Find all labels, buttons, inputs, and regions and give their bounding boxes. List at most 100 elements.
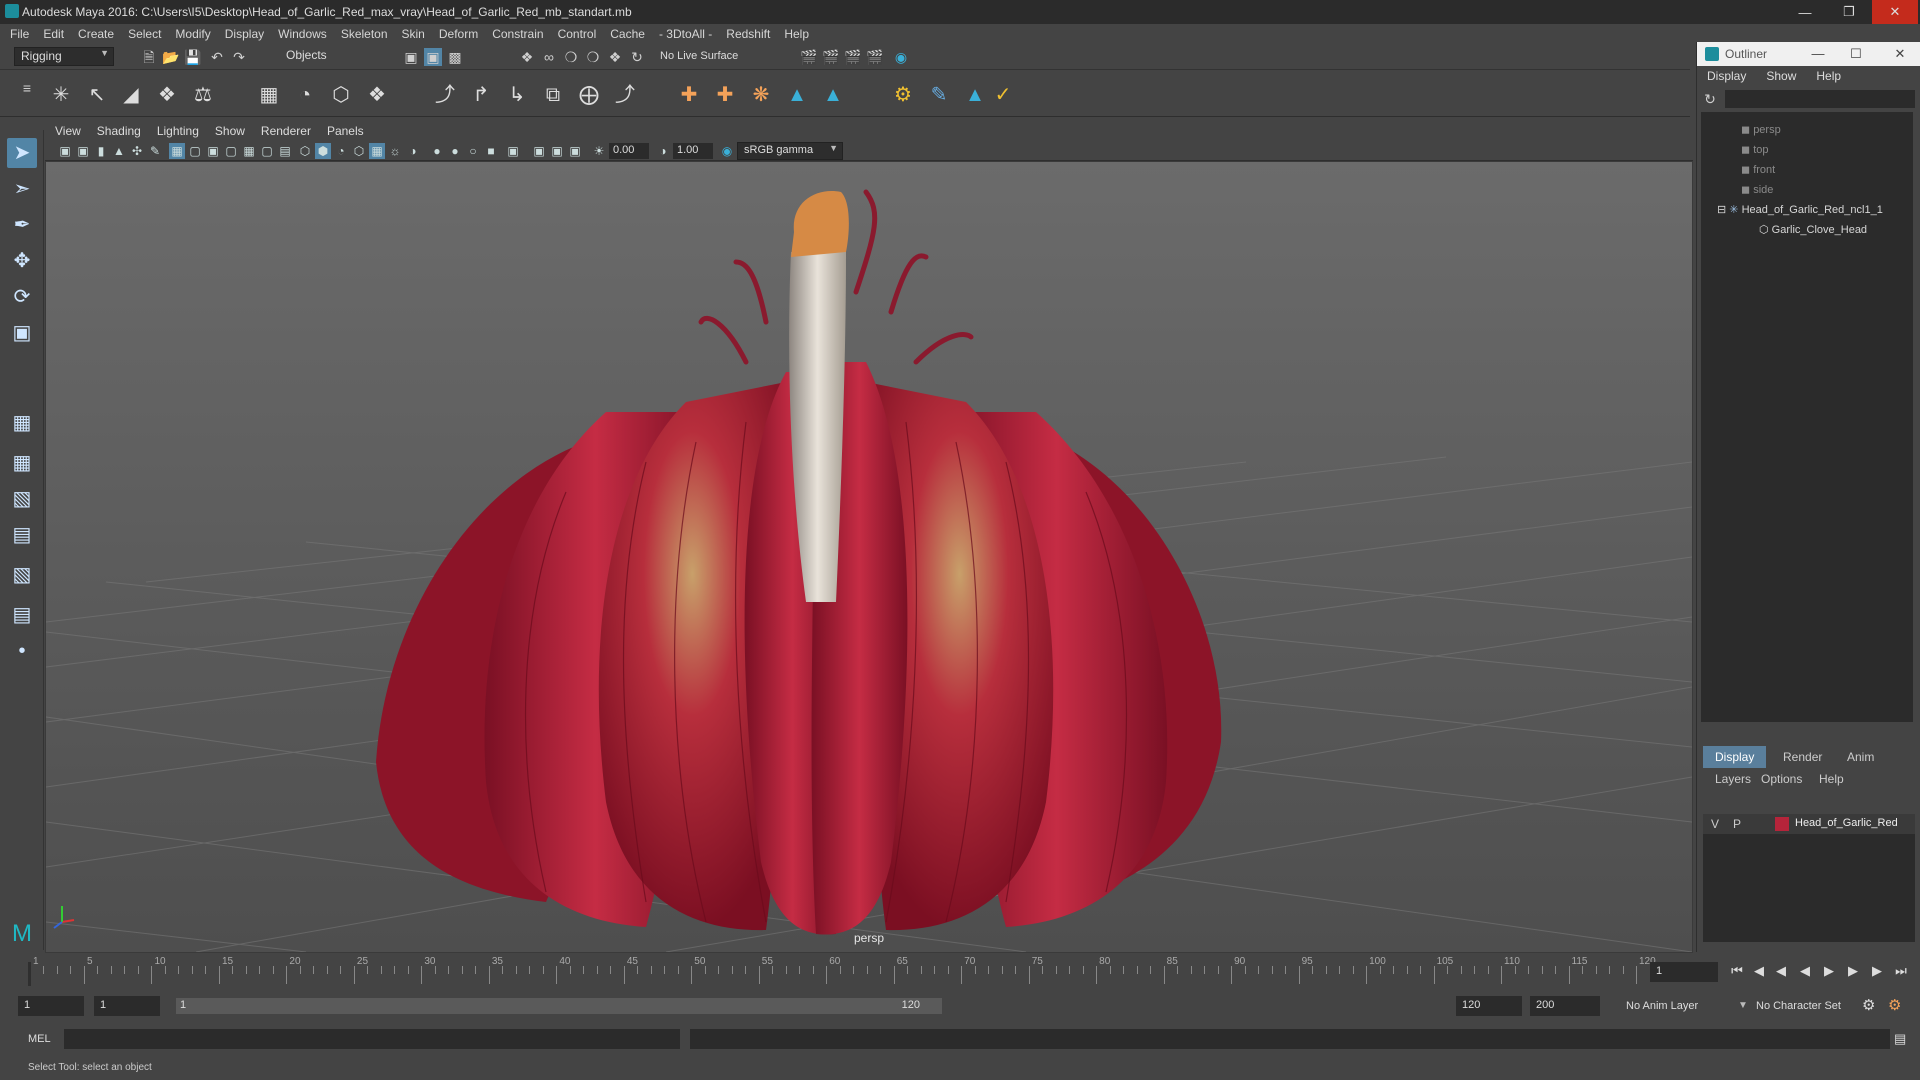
layer-menu-help[interactable]: Help: [1819, 772, 1844, 786]
locator-icon[interactable]: ✚: [676, 82, 702, 108]
use-all-lights-icon[interactable]: ☼: [387, 143, 403, 159]
maya-logo-icon-1[interactable]: ▲: [784, 82, 810, 108]
outliner-item-side[interactable]: ◼ side: [1741, 180, 1773, 200]
select-object-icon[interactable]: ▣: [424, 48, 442, 66]
menu-control[interactable]: Control: [558, 27, 597, 41]
camera-select-icon[interactable]: ▣: [57, 143, 73, 159]
point-constraint-icon[interactable]: ⤴: [432, 82, 458, 108]
layout-more-icon[interactable]: •: [7, 636, 37, 666]
step-back-frame-icon[interactable]: ◀: [1772, 962, 1790, 980]
aim-constraint-icon[interactable]: ↱: [468, 82, 494, 108]
restore-button[interactable]: ❐: [1826, 0, 1872, 24]
menu-help[interactable]: Help: [784, 27, 809, 41]
menu-3dtoall[interactable]: - 3DtoAll -: [659, 27, 712, 41]
menu-select[interactable]: Select: [128, 27, 161, 41]
playback-end-field[interactable]: 120: [1456, 996, 1522, 1016]
orient-constraint-icon[interactable]: ↳: [504, 82, 530, 108]
persp-viewport[interactable]: persp: [46, 162, 1692, 952]
animation-prefs-icon[interactable]: ⚙: [1862, 996, 1875, 1014]
paint-weights-icon[interactable]: ❖: [154, 82, 180, 108]
persp-graph-icon[interactable]: ▤: [7, 520, 37, 550]
play-backward-icon[interactable]: ◀: [1796, 962, 1814, 980]
exposure-field[interactable]: 0.00: [609, 143, 649, 159]
menu-cache[interactable]: Cache: [610, 27, 645, 41]
panel-menu-renderer[interactable]: Renderer: [261, 124, 311, 138]
undo-icon[interactable]: ↶: [208, 48, 226, 66]
film-gate-icon[interactable]: ▢: [187, 143, 203, 159]
minimize-button[interactable]: —: [1782, 0, 1828, 24]
current-time-marker[interactable]: [28, 962, 31, 986]
command-input[interactable]: [64, 1029, 680, 1049]
grease-pencil-icon[interactable]: ✎: [147, 143, 163, 159]
time-slider[interactable]: 1 5 10 15 20 25 30 35 40 45 50 55 60 65 70 75 80 85 90 95 10…: [0, 954, 1920, 990]
paint-select-icon[interactable]: ✒: [7, 210, 37, 240]
outliner-item-group[interactable]: ⊟ ✳ Head_of_Garlic_Red_ncl1_1: [1717, 200, 1883, 220]
cluster-icon[interactable]: ◔: [292, 82, 318, 108]
snap-point-icon[interactable]: ❍: [562, 48, 580, 66]
ipr-render-icon[interactable]: 🎬: [844, 48, 862, 66]
persp-outliner-icon[interactable]: ▧: [7, 484, 37, 514]
panel-menu-lighting[interactable]: Lighting: [157, 124, 199, 138]
xray-icon[interactable]: ▣: [531, 143, 547, 159]
hypershade-icon[interactable]: ◉: [892, 48, 910, 66]
xray-joints-icon[interactable]: ▣: [549, 143, 565, 159]
lasso-tool-icon[interactable]: ➣: [7, 174, 37, 204]
panel-menu-view[interactable]: View: [55, 124, 81, 138]
outliner-item-mesh[interactable]: ⬡ Garlic_Clove_Head: [1759, 220, 1867, 240]
outliner-minimize-button[interactable]: —: [1801, 42, 1835, 66]
maya-logo-icon-3[interactable]: ▲: [962, 82, 988, 108]
safe-action-icon[interactable]: ▢: [259, 143, 275, 159]
isolate-select-icon[interactable]: ▣: [505, 143, 521, 159]
close-button[interactable]: ✕: [1872, 0, 1918, 24]
rotate-tool-icon[interactable]: ⟳: [7, 282, 37, 312]
field-chart-icon[interactable]: ▦: [241, 143, 257, 159]
single-perspective-icon[interactable]: ▦: [7, 408, 37, 438]
command-language-label[interactable]: MEL: [28, 1033, 51, 1045]
menu-create[interactable]: Create: [78, 27, 114, 41]
gamma-field[interactable]: 1.00: [673, 143, 713, 159]
scale-constraint-icon[interactable]: ⧉: [540, 82, 566, 108]
grid-toggle-icon[interactable]: ▦: [169, 143, 185, 159]
outliner-menu-show[interactable]: Show: [1766, 69, 1796, 83]
safe-title-icon[interactable]: ▤: [277, 143, 293, 159]
panel-menu-panels[interactable]: Panels: [327, 124, 364, 138]
outliner-list[interactable]: ◼ persp ◼ top ◼ front ◼ side ⊟ ✳ Head_of…: [1701, 112, 1913, 722]
layer-visibility-toggle[interactable]: V: [1711, 817, 1719, 831]
script-editor-icon[interactable]: ▤: [1894, 1031, 1906, 1047]
menu-file[interactable]: File: [10, 27, 29, 41]
gamma-icon[interactable]: ◑: [655, 143, 671, 159]
outliner-menu-display[interactable]: Display: [1707, 69, 1746, 83]
step-forward-frame-icon[interactable]: ▶: [1844, 962, 1862, 980]
layer-color-swatch[interactable]: [1775, 817, 1789, 831]
playback-start-field[interactable]: 1: [94, 996, 160, 1016]
joint-tool-icon[interactable]: ✳: [48, 82, 74, 108]
snap-grid-icon[interactable]: ❖: [518, 48, 536, 66]
hik-icon[interactable]: ❋: [748, 82, 774, 108]
save-scene-icon[interactable]: 💾: [184, 48, 202, 66]
render-settings-icon[interactable]: 🎬: [866, 48, 884, 66]
bookmark-icon[interactable]: ▮: [93, 143, 109, 159]
create-locator-icon[interactable]: ✚: [712, 82, 738, 108]
move-tool-icon[interactable]: ✥: [7, 246, 37, 276]
range-bar[interactable]: 1 120: [176, 998, 942, 1014]
make-live-icon[interactable]: ↻: [628, 48, 646, 66]
xray-components-icon[interactable]: ▣: [567, 143, 583, 159]
four-view-icon[interactable]: ▦: [7, 448, 37, 478]
screen-space-ao-icon[interactable]: ●: [429, 143, 445, 159]
selection-mask-dropdown[interactable]: Objects: [280, 47, 380, 66]
wrap-icon[interactable]: ⬡: [328, 82, 354, 108]
select-tool-icon[interactable]: ➤: [7, 138, 37, 168]
layer-tab-display[interactable]: Display: [1703, 746, 1767, 768]
persp-script-icon[interactable]: ▤: [7, 600, 37, 630]
ik-handle-icon[interactable]: ↖: [84, 82, 110, 108]
layer-name[interactable]: Head_of_Garlic_Red: [1795, 817, 1898, 829]
menu-edit[interactable]: Edit: [43, 27, 64, 41]
image-plane-icon[interactable]: ▲: [111, 143, 127, 159]
outliner-menu-help[interactable]: Help: [1816, 69, 1841, 83]
play-forward-icon[interactable]: ▶: [1820, 962, 1838, 980]
menu-redshift[interactable]: Redshift: [726, 27, 770, 41]
check-icon[interactable]: ✓: [990, 82, 1016, 108]
collapse-icon[interactable]: ⊟: [1717, 204, 1729, 216]
wireframe-on-shaded-icon[interactable]: ⬡: [351, 143, 367, 159]
shadows-icon[interactable]: ◑: [405, 143, 421, 159]
